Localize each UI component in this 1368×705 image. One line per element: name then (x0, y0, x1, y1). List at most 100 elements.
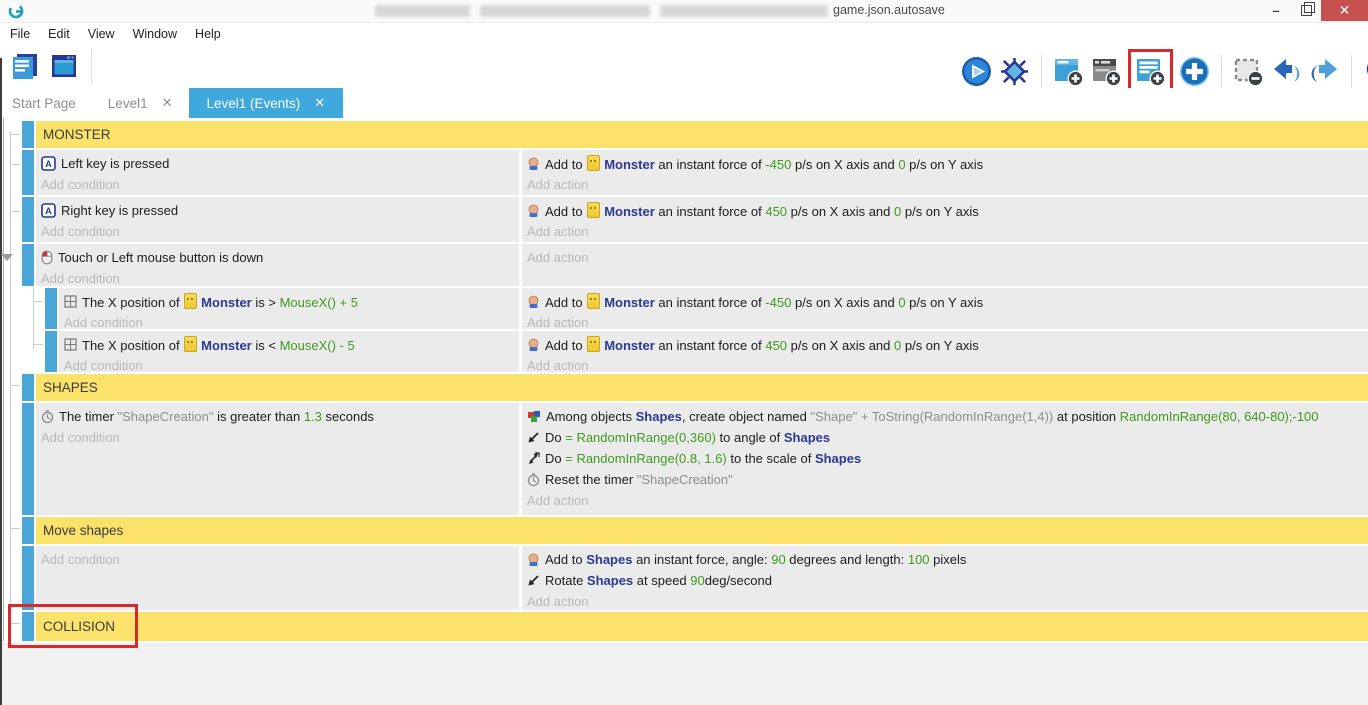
condition-right-key[interactable]: A Right key is pressed (41, 200, 519, 221)
add-condition-link[interactable]: Add condition (64, 312, 519, 329)
event-row-left-key[interactable]: A Left key is pressed Add condition Add (0, 150, 1368, 195)
tree-tick (33, 301, 43, 302)
event-handle[interactable] (22, 197, 34, 242)
action-rotate[interactable]: Rotate Shapes at speed 90deg/second (527, 570, 1368, 591)
add-event-icon[interactable] (1052, 55, 1085, 88)
group-row-collision[interactable]: COLLISION (0, 612, 1368, 641)
toolbar-separator (1221, 55, 1222, 89)
tab-bar: Start Page Level1 ✕ Level1 (Events) ✕ (0, 88, 1368, 118)
close-tab-icon[interactable]: ✕ (162, 95, 173, 111)
add-special-event-icon[interactable] (1178, 55, 1211, 88)
tree-tick (10, 134, 20, 135)
menu-view[interactable]: View (86, 25, 125, 43)
add-action-link[interactable]: Add action (527, 312, 1368, 329)
menu-window[interactable]: Window (131, 25, 187, 43)
group-header-shapes[interactable]: SHAPES (36, 374, 1368, 401)
condition-touch[interactable]: Touch or Left mouse button is down (41, 247, 519, 268)
action-force[interactable]: Add to Monster an instant force of 450 p… (527, 334, 1368, 355)
action-create-object[interactable]: Among objects Shapes, create object name… (527, 406, 1368, 427)
add-condition-link[interactable]: Add condition (64, 355, 519, 372)
svg-text:A: A (45, 159, 52, 169)
add-action-link[interactable]: Add action (527, 174, 1368, 195)
start-page-window-icon[interactable] (47, 50, 80, 83)
action-force[interactable]: Add to Monster an instant force of -450 … (527, 291, 1368, 312)
event-handle[interactable] (22, 546, 34, 610)
keyboard-icon: A (41, 203, 56, 218)
action-force[interactable]: Add to Monster an instant force of 450 p… (527, 200, 1368, 221)
debug-icon[interactable] (998, 55, 1031, 88)
action-force[interactable]: Add to Monster an instant force of -450 … (527, 153, 1368, 174)
project-manager-icon[interactable] (8, 50, 41, 83)
group-row-move-shapes[interactable]: Move shapes (0, 517, 1368, 544)
group-header-collision[interactable]: COLLISION (36, 612, 1368, 641)
menu-bar: File Edit View Window Help (0, 23, 1368, 44)
add-subevent-icon[interactable] (1134, 55, 1167, 88)
condition-xpos[interactable]: The X position of Monster is > MouseX() … (64, 291, 519, 312)
restore-button[interactable] (1292, 0, 1320, 21)
group-header-move-shapes[interactable]: Move shapes (36, 517, 1368, 544)
group-row-monster[interactable]: MONSTER (0, 121, 1368, 148)
minimize-button[interactable]: – (1262, 0, 1290, 21)
event-handle[interactable] (22, 517, 34, 544)
group-header-monster[interactable]: MONSTER (36, 121, 1368, 148)
redo-icon[interactable] (1308, 55, 1341, 88)
position-icon (64, 295, 77, 308)
tab-level1-events[interactable]: Level1 (Events) ✕ (189, 88, 344, 118)
event-handle[interactable] (22, 121, 34, 148)
add-condition-link[interactable]: Add condition (41, 221, 519, 242)
condition-left-key[interactable]: A Left key is pressed (41, 153, 519, 174)
add-action-link[interactable]: Add action (527, 490, 1368, 511)
subevent-row-xpos-gt[interactable]: The X position of Monster is > MouseX() … (0, 288, 1368, 329)
event-row-move-shapes[interactable]: Add condition Add to Shapes an instant f… (0, 546, 1368, 610)
event-handle[interactable] (45, 331, 57, 372)
add-action-link[interactable]: Add action (527, 591, 1368, 610)
window-left-edge (0, 58, 2, 705)
add-action-link[interactable]: Add action (527, 221, 1368, 242)
tab-level1[interactable]: Level1 ✕ (92, 88, 189, 118)
event-handle[interactable] (22, 150, 34, 195)
run-game-icon[interactable] (960, 55, 993, 88)
toolbar-separator (1041, 55, 1042, 89)
menu-edit[interactable]: Edit (46, 25, 80, 43)
add-condition-link[interactable]: Add condition (41, 268, 519, 286)
event-handle[interactable] (45, 288, 57, 329)
event-handle[interactable] (22, 374, 34, 401)
subevent-row-xpos-lt[interactable]: The X position of Monster is < MouseX() … (0, 331, 1368, 372)
event-row-touch[interactable]: Touch or Left mouse button is down Add c… (0, 244, 1368, 286)
action-reset-timer[interactable]: Reset the timer "ShapeCreation" (527, 469, 1368, 490)
add-comment-icon[interactable] (1090, 55, 1123, 88)
rotate-arrow-icon (527, 574, 540, 587)
object-thumbnail-icon (587, 293, 600, 309)
action-set-scale[interactable]: Do = RandomInRange(0.8, 1.6) to the scal… (527, 448, 1368, 469)
event-handle[interactable] (22, 612, 34, 641)
event-row-right-key[interactable]: A Right key is pressed Add condition Ad (0, 197, 1368, 242)
undo-icon[interactable] (1270, 55, 1303, 88)
mouse-icon (41, 250, 53, 265)
action-force[interactable]: Add to Shapes an instant force, angle: 9… (527, 549, 1368, 570)
timer-icon (41, 410, 54, 424)
add-action-link[interactable]: Add action (527, 355, 1368, 372)
add-condition-link[interactable]: Add condition (41, 174, 519, 195)
add-condition-link[interactable]: Add condition (41, 427, 519, 448)
add-action-link[interactable]: Add action (527, 247, 1368, 268)
condition-xpos[interactable]: The X position of Monster is < MouseX() … (64, 334, 519, 355)
menu-file[interactable]: File (8, 25, 40, 43)
close-button[interactable]: ✕ (1321, 0, 1368, 21)
title-bar: game.json.autosave – ✕ (0, 0, 1368, 23)
menu-help[interactable]: Help (193, 25, 231, 43)
close-tab-icon[interactable]: ✕ (314, 95, 325, 111)
add-condition-link[interactable]: Add condition (41, 549, 519, 570)
tree-tick (33, 344, 43, 345)
event-handle[interactable] (22, 244, 34, 286)
remove-event-icon[interactable] (1232, 55, 1265, 88)
collapse-arrow-icon[interactable] (1, 254, 13, 261)
event-handle[interactable] (22, 403, 34, 515)
action-set-angle[interactable]: Do = RandomInRange(0,360) to angle of Sh… (527, 427, 1368, 448)
event-row-shape-timer[interactable]: The timer "ShapeCreation" is greater tha… (0, 403, 1368, 515)
tab-start-page[interactable]: Start Page (0, 88, 92, 118)
force-icon (527, 204, 540, 218)
group-row-shapes[interactable]: SHAPES (0, 374, 1368, 401)
condition-timer[interactable]: The timer "ShapeCreation" is greater tha… (41, 406, 519, 427)
timer-icon (527, 473, 540, 487)
search-icon[interactable] (1362, 55, 1368, 88)
